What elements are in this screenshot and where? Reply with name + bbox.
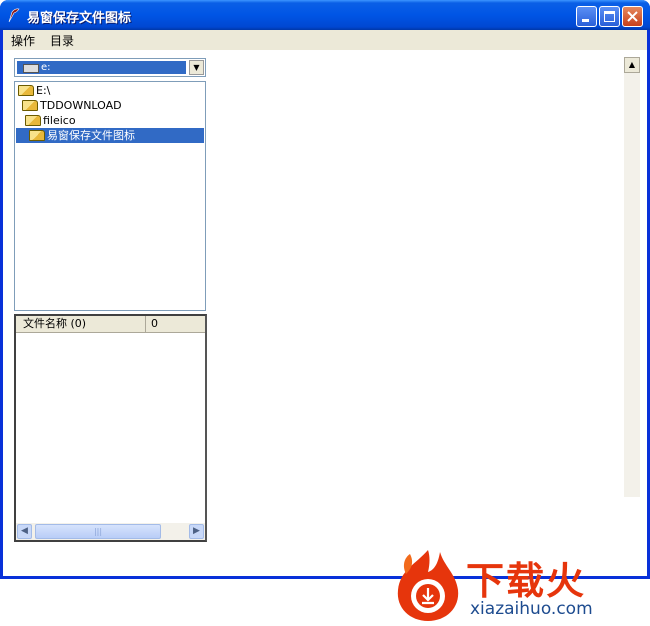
column-header-filename[interactable]: 文件名称 (0)	[16, 316, 146, 332]
column-header-count[interactable]: 0	[146, 316, 205, 332]
drive-label: e:	[41, 62, 51, 73]
scroll-up-icon[interactable]: ▲	[624, 57, 640, 73]
drive-select-value: e:	[17, 61, 186, 74]
tree-item-label: 易窗保存文件图标	[47, 129, 135, 142]
scroll-left-icon[interactable]: ◀	[17, 524, 32, 539]
chevron-down-icon[interactable]: ▼	[189, 60, 204, 75]
maximize-button[interactable]	[599, 6, 620, 27]
open-folder-icon	[22, 100, 38, 111]
drive-icon	[23, 64, 39, 73]
menu-operate[interactable]: 操作	[11, 32, 35, 49]
horizontal-scrollbar[interactable]: ◀ ||| ▶	[16, 523, 205, 540]
list-header: 文件名称 (0) 0	[16, 316, 205, 333]
watermark-url: xiazaihuo.com	[470, 599, 593, 619]
drive-select[interactable]: e: ▼	[14, 58, 206, 77]
file-list[interactable]: 文件名称 (0) 0 ◀ ||| ▶	[14, 314, 207, 542]
minimize-icon	[582, 19, 589, 22]
tree-item[interactable]: fileico	[25, 113, 76, 128]
menu-bar: 操作 目录	[3, 30, 647, 50]
flame-logo-icon	[397, 550, 459, 621]
tree-item-label: E:\	[36, 84, 51, 97]
app-feather-icon	[8, 8, 20, 23]
minimize-button[interactable]	[576, 6, 597, 27]
close-icon	[627, 11, 638, 22]
tree-item-selected[interactable]: 易窗保存文件图标	[16, 128, 204, 143]
open-folder-icon	[25, 115, 41, 126]
maximize-icon	[604, 11, 615, 22]
menu-directory[interactable]: 目录	[50, 32, 74, 49]
tree-item[interactable]: TDDOWNLOAD	[22, 98, 122, 113]
tree-item-label: fileico	[43, 114, 76, 127]
open-folder-icon	[29, 130, 45, 141]
scroll-right-icon[interactable]: ▶	[189, 524, 204, 539]
scroll-thumb[interactable]: |||	[35, 524, 161, 539]
window-title: 易窗保存文件图标	[27, 11, 132, 26]
client-area: e: ▼ E:\ TDDOWNLOAD fileico 易窗保存文件图标 文件名…	[3, 50, 647, 621]
open-folder-icon	[18, 85, 34, 96]
tree-item[interactable]: E:\	[18, 83, 50, 98]
tree-item-label: TDDOWNLOAD	[40, 99, 122, 112]
vertical-scrollbar[interactable]: ▲	[624, 57, 640, 497]
watermark-logo: 下载火 xiazaihuo.com	[388, 544, 650, 626]
watermark-title: 下载火	[466, 559, 587, 603]
scroll-grip-icon: |||	[93, 527, 103, 536]
app-window: 易窗保存文件图标 操作 目录 e: ▼ E:\ TDDOWNLOAD filei…	[0, 0, 650, 621]
directory-tree[interactable]: E:\ TDDOWNLOAD fileico 易窗保存文件图标	[14, 81, 206, 311]
close-button[interactable]	[622, 6, 643, 27]
title-bar[interactable]: 易窗保存文件图标	[0, 0, 650, 30]
